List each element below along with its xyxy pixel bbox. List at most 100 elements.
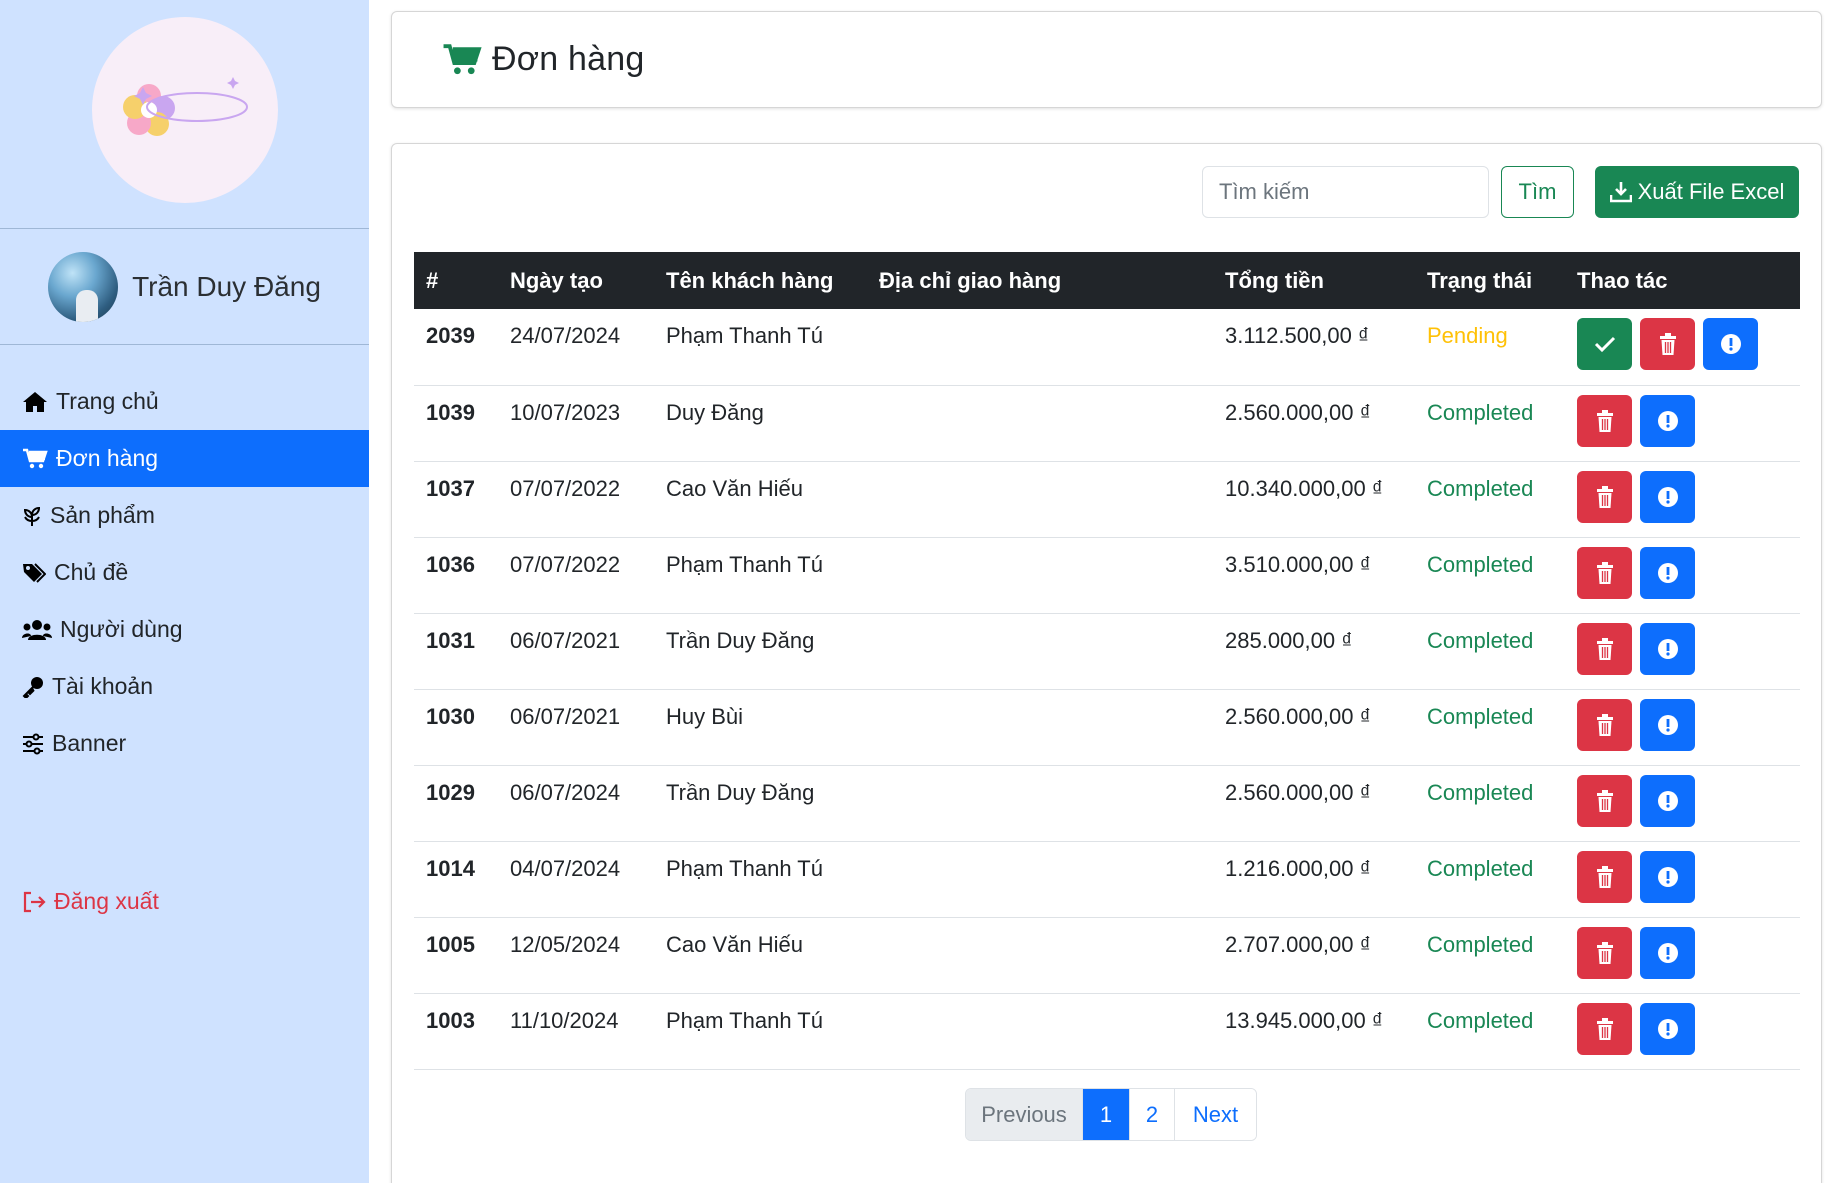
info-icon <box>1657 486 1678 507</box>
avatar <box>48 251 119 322</box>
orders-table: # Ngày tạo Tên khách hàng Địa chỉ giao h… <box>414 252 1800 1070</box>
download-icon <box>1609 182 1632 203</box>
search-button[interactable]: Tìm <box>1501 166 1574 218</box>
search-input[interactable] <box>1202 166 1489 218</box>
trash-icon <box>1596 789 1613 812</box>
info-icon <box>1657 562 1678 583</box>
logo-area <box>0 0 369 229</box>
sidebar-item-users[interactable]: Người dùng <box>0 601 369 658</box>
customer-name: Cao Văn Hiếu <box>666 475 803 501</box>
order-status: Completed <box>1427 627 1534 653</box>
shipping-address <box>867 689 1213 765</box>
toolbar: Tìm Xuất File Excel <box>1202 166 1799 218</box>
delete-button[interactable] <box>1577 546 1632 599</box>
trash-icon <box>1596 941 1613 964</box>
order-status: Completed <box>1427 931 1534 957</box>
customer-name: Phạm Thanh Tú <box>666 1007 823 1033</box>
sidebar-item-account[interactable]: Tài khoản <box>0 658 369 715</box>
order-date: 07/07/2022 <box>510 551 621 577</box>
customer-name: Cao Văn Hiếu <box>666 931 803 957</box>
delete-button[interactable] <box>1640 318 1695 370</box>
sidebar-item-banner[interactable]: Banner <box>0 715 369 772</box>
row-actions <box>1565 917 1800 993</box>
sidebar-item-label: Sản phẩm <box>50 502 155 528</box>
customer-name: Huy Bùi <box>666 703 744 729</box>
order-date: 11/10/2024 <box>510 1007 619 1033</box>
row-actions <box>1565 841 1800 917</box>
order-total: 2.560.000,00 ₫ <box>1225 703 1371 729</box>
approve-button[interactable] <box>1577 318 1632 370</box>
shipping-address <box>867 537 1213 613</box>
table-header-row: # Ngày tạo Tên khách hàng Địa chỉ giao h… <box>414 252 1800 309</box>
details-button[interactable] <box>1640 470 1695 523</box>
row-actions <box>1565 993 1800 1069</box>
pagination-page-2[interactable]: 2 <box>1130 1089 1175 1140</box>
sidebar-item-label: Người dùng <box>60 616 183 642</box>
order-date: 24/07/2024 <box>510 323 621 348</box>
row-actions <box>1565 385 1800 461</box>
customer-name: Trần Duy Đăng <box>666 627 815 653</box>
page-header: Đơn hàng <box>391 11 1822 108</box>
delete-button[interactable] <box>1577 774 1632 827</box>
order-id: 2039 <box>426 323 475 348</box>
table-row: 1005 12/05/2024 Cao Văn Hiếu 2.707.000,00 ₫… <box>414 917 1800 993</box>
column-header-address: Địa chỉ giao hàng <box>879 267 1062 293</box>
row-actions <box>1565 765 1800 841</box>
order-total: 3.112.500,00 ₫ <box>1225 323 1370 348</box>
delete-button[interactable] <box>1577 470 1632 523</box>
details-button[interactable] <box>1640 622 1695 675</box>
customer-name: Phạm Thanh Tú <box>666 323 823 348</box>
sweet-logo-icon <box>122 77 248 136</box>
user-profile: Trần Duy Đăng <box>0 229 369 345</box>
details-button[interactable] <box>1640 850 1695 903</box>
pagination-next[interactable]: Next <box>1175 1089 1256 1140</box>
sidebar-item-products[interactable]: Sản phẩm <box>0 487 369 544</box>
logout-icon <box>23 891 46 912</box>
customer-name: Trần Duy Đăng <box>666 779 815 805</box>
order-date: 12/05/2024 <box>510 931 621 957</box>
logout-link[interactable]: Đăng xuất <box>22 888 159 915</box>
delete-button[interactable] <box>1577 1002 1632 1055</box>
details-button[interactable] <box>1640 698 1695 751</box>
trash-icon <box>1596 865 1613 888</box>
order-date: 07/07/2022 <box>510 475 621 501</box>
delete-button[interactable] <box>1577 622 1632 675</box>
delete-button[interactable] <box>1577 394 1632 447</box>
info-icon <box>1720 334 1741 354</box>
order-total: 2.707.000,00 ₫ <box>1225 931 1371 957</box>
details-button[interactable] <box>1640 1002 1695 1055</box>
sidebar-item-topics[interactable]: Chủ đề <box>0 544 369 601</box>
order-status: Completed <box>1427 779 1534 805</box>
details-button[interactable] <box>1640 546 1695 599</box>
info-icon <box>1657 1018 1678 1039</box>
table-row: 1003 11/10/2024 Phạm Thanh Tú 13.945.000,00… <box>414 993 1800 1069</box>
cart-icon <box>443 43 482 74</box>
key-icon <box>22 676 43 698</box>
delete-button[interactable] <box>1577 698 1632 751</box>
page-title: Đơn hàng <box>492 40 645 78</box>
info-icon <box>1657 714 1678 735</box>
sidebar-item-orders[interactable]: Đơn hàng <box>0 430 369 487</box>
details-button[interactable] <box>1703 318 1758 370</box>
logo[interactable] <box>91 17 278 203</box>
users-icon <box>22 619 52 640</box>
delete-button[interactable] <box>1577 926 1632 979</box>
details-button[interactable] <box>1640 926 1695 979</box>
export-excel-label: Xuất File Excel <box>1637 179 1785 204</box>
table-row: 1030 06/07/2021 Huy Bùi 2.560.000,00 ₫ Compl… <box>414 689 1800 765</box>
trash-icon <box>1659 333 1676 355</box>
column-header-actions: Thao tác <box>1577 267 1668 293</box>
table-row: 1039 10/07/2023 Duy Đăng 2.560.000,00 ₫ Comp… <box>414 385 1800 461</box>
sidebar-item-home[interactable]: Trang chủ <box>0 373 369 430</box>
details-button[interactable] <box>1640 394 1695 447</box>
table-row: 1031 06/07/2021 Trần Duy Đăng 285.000,00 ₫ C… <box>414 613 1800 689</box>
table-row: 1029 06/07/2024 Trần Duy Đăng 2.560.000,00 … <box>414 765 1800 841</box>
tags-icon <box>23 562 46 583</box>
pagination-previous[interactable]: Previous <box>966 1089 1083 1140</box>
pagination-page-1[interactable]: 1 <box>1083 1089 1130 1140</box>
delete-button[interactable] <box>1577 850 1632 903</box>
export-excel-button[interactable]: Xuất File Excel <box>1595 166 1799 218</box>
order-id: 1029 <box>426 779 475 805</box>
details-button[interactable] <box>1640 774 1695 827</box>
sidebar-item-label: Chủ đề <box>54 559 129 585</box>
